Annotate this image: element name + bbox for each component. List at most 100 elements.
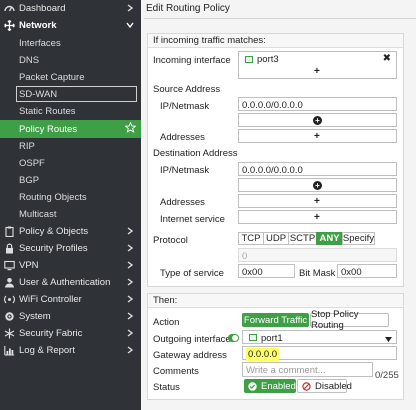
- sidebar-item-dns[interactable]: DNS: [0, 52, 141, 69]
- dest-ip-input[interactable]: 0.0.0.0/0.0.0.0: [238, 162, 397, 176]
- source-ip-add-row[interactable]: +: [238, 113, 397, 127]
- gateway-input[interactable]: 0.0.0.0: [242, 346, 397, 361]
- sidebar-item-policy-objects[interactable]: Policy & Objects: [0, 223, 141, 240]
- protocol-number-value: 0: [242, 251, 248, 262]
- chevron-right-icon: [125, 277, 135, 287]
- sidebar-item-label: WiFi Controller: [19, 294, 82, 305]
- sidebar-item-packet-capture[interactable]: Packet Capture: [0, 69, 141, 86]
- status-disabled-label: Disabled: [315, 380, 352, 392]
- dest-ip-add-row[interactable]: +: [238, 178, 397, 192]
- dest-ip-value: 0.0.0.0/0.0.0.0: [242, 165, 303, 176]
- sidebar-item-label: Dashboard: [19, 3, 66, 14]
- chevron-right-icon: [125, 294, 135, 304]
- sidebar-item-rip[interactable]: RIP: [0, 138, 141, 155]
- sidebar-item-user-authentication[interactable]: User & Authentication: [0, 274, 141, 291]
- protocol-any-button[interactable]: ANY: [316, 232, 343, 245]
- comments-label: Comments: [153, 366, 199, 377]
- protocol-tcp-button[interactable]: TCP: [238, 232, 264, 245]
- protocol-sctp-button[interactable]: SCTP: [288, 232, 317, 245]
- sidebar-item-label: Security Fabric: [19, 328, 83, 339]
- action-label: Action: [153, 317, 180, 328]
- outgoing-interface-value: port1: [261, 333, 283, 344]
- sidebar-item-dashboard[interactable]: Dashboard: [0, 0, 141, 17]
- user-icon: [4, 277, 15, 288]
- status-enabled-label: Enabled: [261, 380, 296, 392]
- add-internet-service-icon[interactable]: +: [314, 213, 320, 223]
- outgoing-interface-toggle[interactable]: [228, 334, 239, 342]
- sidebar-item-bgp[interactable]: BGP: [0, 172, 141, 189]
- port-icon: [249, 334, 257, 341]
- bit-mask-label: Bit Mask: [299, 268, 336, 279]
- outgoing-interface-label: Outgoing interface: [153, 334, 231, 345]
- protocol-specify-button[interactable]: Specify: [342, 232, 375, 245]
- outgoing-interface-select[interactable]: port1: [242, 330, 397, 344]
- lock-icon: [4, 243, 15, 254]
- protocol-label: Protocol: [153, 235, 188, 246]
- sidebar-item-sdwan[interactable]: SD-WAN: [0, 86, 141, 103]
- sidebar-item-log-report[interactable]: Log & Report: [0, 342, 141, 359]
- comments-textarea[interactable]: Write a comment...: [242, 362, 373, 377]
- remove-icon[interactable]: ✖: [383, 53, 391, 64]
- source-ip-input[interactable]: 0.0.0.0/0.0.0.0: [238, 97, 397, 111]
- add-dest-address-icon[interactable]: +: [314, 197, 320, 207]
- page-title: Edit Routing Policy: [146, 3, 230, 14]
- sidebar-item-label: System: [19, 311, 51, 322]
- incoming-interface-value: port3: [257, 54, 279, 65]
- sidebar-item-label: SD-WAN: [19, 89, 58, 100]
- type-of-service-label: Type of service: [160, 268, 224, 279]
- clipboard-icon: [4, 226, 15, 237]
- dest-addresses-field[interactable]: +: [238, 194, 397, 208]
- chevron-right-icon: [125, 260, 135, 270]
- source-address-label: Source Address: [153, 84, 221, 95]
- ban-circle-icon: [302, 381, 311, 391]
- sidebar-item-system[interactable]: System: [0, 308, 141, 325]
- stop-policy-routing-button[interactable]: Stop Policy Routing: [310, 309, 389, 331]
- sidebar-item-static-routes[interactable]: Static Routes: [0, 103, 141, 120]
- source-ip-netmask-label: IP/Netmask: [160, 101, 210, 112]
- gateway-label: Gateway address: [153, 350, 227, 361]
- type-of-service-input[interactable]: 0x00: [238, 264, 295, 278]
- sidebar-item-ospf[interactable]: OSPF: [0, 155, 141, 172]
- sidebar-item-label: Policy Routes: [19, 123, 78, 135]
- forward-traffic-button[interactable]: Forward Traffic: [242, 313, 309, 327]
- chevron-right-icon: [125, 345, 135, 355]
- sidebar-item-label: Static Routes: [19, 106, 76, 117]
- fabric-icon: [4, 328, 15, 339]
- chevron-right-icon: [125, 328, 135, 338]
- comments-placeholder: Write a comment...: [246, 365, 326, 376]
- chevron-right-icon: [125, 311, 135, 321]
- add-incoming-interface-icon[interactable]: +: [314, 67, 320, 77]
- internet-service-field[interactable]: +: [238, 210, 397, 224]
- port-icon: [245, 56, 253, 63]
- status-enabled-button[interactable]: Enabled: [244, 379, 296, 393]
- sidebar-item-policy-routes[interactable]: Policy Routes: [0, 120, 141, 138]
- protocol-selector: TCP UDP SCTP ANY Specify: [238, 232, 375, 245]
- star-icon[interactable]: [124, 121, 137, 133]
- sidebar-item-network[interactable]: Network: [0, 17, 141, 34]
- incoming-interface-label: Incoming interface: [153, 55, 231, 66]
- add-circle-icon[interactable]: +: [313, 181, 322, 190]
- source-addresses-label: Addresses: [160, 132, 205, 143]
- sidebar-item-security-profiles[interactable]: Security Profiles: [0, 240, 141, 257]
- sidebar-item-label: Policy & Objects: [19, 226, 89, 237]
- sidebar-item-wifi-controller[interactable]: WiFi Controller: [0, 291, 141, 308]
- sidebar-item-vpn[interactable]: VPN: [0, 257, 141, 274]
- status-disabled-button[interactable]: Disabled: [297, 379, 352, 393]
- source-addresses-field[interactable]: +: [238, 129, 397, 143]
- protocol-udp-button[interactable]: UDP: [263, 232, 289, 245]
- sidebar-item-label: Multicast: [19, 209, 57, 220]
- chevron-right-icon: [125, 243, 135, 253]
- sidebar-item-interfaces[interactable]: Interfaces: [0, 35, 141, 52]
- add-source-address-icon[interactable]: +: [314, 132, 320, 142]
- bit-mask-input[interactable]: 0x00: [337, 264, 397, 278]
- match-section-header: If incoming traffic matches:: [148, 34, 403, 48]
- sidebar-item-label: Packet Capture: [19, 72, 85, 83]
- sidebar-item-security-fabric[interactable]: Security Fabric: [0, 325, 141, 342]
- protocol-number-input: 0: [238, 248, 397, 262]
- source-ip-value: 0.0.0.0/0.0.0.0: [242, 100, 303, 111]
- incoming-interface-field[interactable]: port3 ✖ +: [238, 51, 397, 79]
- internet-service-label: Internet service: [160, 214, 225, 225]
- sidebar-item-routing-objects[interactable]: Routing Objects: [0, 189, 141, 206]
- sidebar-item-multicast[interactable]: Multicast: [0, 206, 141, 223]
- add-circle-icon[interactable]: +: [313, 116, 322, 125]
